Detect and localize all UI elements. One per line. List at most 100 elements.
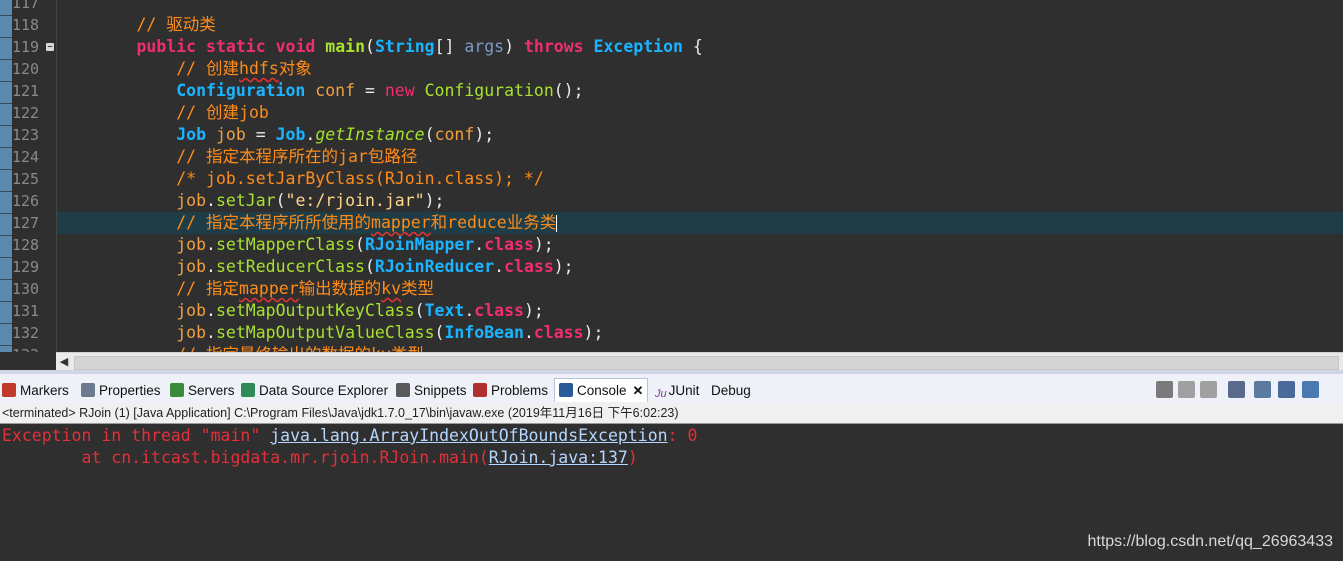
code-token: static xyxy=(206,37,266,56)
code-token: RJoinMapper xyxy=(364,235,475,254)
code-token: main xyxy=(325,37,366,56)
code-token: /* job.setJarByClass(RJoin.class); */ xyxy=(176,169,544,188)
tab-label: JUnit xyxy=(668,383,700,398)
tab-label: Snippets xyxy=(414,383,467,398)
tab-snippets[interactable]: Snippets xyxy=(396,380,467,402)
code-line[interactable]: public static void main(String[] args) t… xyxy=(57,36,1343,58)
fold-collapse-icon[interactable]: − xyxy=(46,43,54,51)
code-line[interactable]: job.setReducerClass(RJoinReducer.class); xyxy=(57,256,1343,278)
code-line[interactable]: // 指定本程序所所使用的mapper和reduce业务类 xyxy=(57,212,1343,234)
console-text: at cn.itcast.bigdata.mr.rjoin.RJoin.main… xyxy=(2,448,489,467)
code-area[interactable]: // 驱动类 public static void main(String[] … xyxy=(57,0,1343,352)
ruler-mark xyxy=(0,170,12,191)
data-source-icon xyxy=(241,383,255,397)
exception-link[interactable]: java.lang.ArrayIndexOutOfBoundsException xyxy=(270,426,667,445)
code-token: ( xyxy=(365,37,375,56)
code-token: setMapOutputKeyClass xyxy=(215,301,415,320)
tab-console[interactable]: Console ✕ xyxy=(554,378,649,403)
tab-markers[interactable]: Markers xyxy=(2,380,69,402)
code-token: // 创建 xyxy=(176,59,240,78)
code-token: job xyxy=(176,301,207,320)
code-line[interactable]: Configuration conf = new Configuration()… xyxy=(57,80,1343,102)
code-editor[interactable]: 117 118 119− 120 121 122 123 124 125 126 127 128 129… xyxy=(0,0,1343,352)
watermark: https://blog.csdn.net/qq_26963433 xyxy=(1087,533,1333,550)
code-line[interactable]: job.setMapOutputKeyClass(Text.class); xyxy=(57,300,1343,322)
tab-properties[interactable]: Properties xyxy=(81,380,161,402)
ruler-mark xyxy=(0,38,12,59)
scroll-lock-icon[interactable] xyxy=(1228,381,1245,398)
code-token: . xyxy=(206,301,216,320)
line-number: 120 xyxy=(12,60,40,78)
horizontal-scrollbar[interactable]: ◀ xyxy=(56,352,1343,371)
pin-console-icon[interactable] xyxy=(1278,381,1295,398)
code-token: . xyxy=(206,191,216,210)
code-line[interactable]: job.setMapOutputValueClass(InfoBean.clas… xyxy=(57,322,1343,344)
text-caret xyxy=(556,215,558,232)
display-selected-icon[interactable] xyxy=(1302,381,1319,398)
code-token: ); xyxy=(474,125,495,144)
scroll-left-icon[interactable]: ◀ xyxy=(56,353,72,371)
code-token: 和reduce业务类 xyxy=(430,213,557,232)
close-icon[interactable]: ✕ xyxy=(633,383,644,398)
views-tab-bar: Markers Properties Servers Data Source Expl… xyxy=(0,370,1343,403)
code-token: ); xyxy=(583,323,604,342)
code-token: // 驱动类 xyxy=(136,15,216,34)
code-token: . xyxy=(206,235,216,254)
line-number-gutter: 117 118 119− 120 121 122 123 124 125 126 127 128 129… xyxy=(12,0,57,352)
code-token: Job xyxy=(176,125,207,144)
tab-junit[interactable]: Ju JUnit xyxy=(655,380,699,402)
code-token: (); xyxy=(553,81,584,100)
remove-all-icon[interactable] xyxy=(1200,381,1217,398)
code-token: class xyxy=(484,235,534,254)
line-number: 132 xyxy=(12,324,40,342)
code-token: throws xyxy=(524,37,584,56)
code-line[interactable] xyxy=(57,0,1343,14)
code-line[interactable]: // 指定最终输出的数据的kv类型 xyxy=(57,344,1343,352)
code-token: ); xyxy=(533,235,554,254)
console-line: at cn.itcast.bigdata.mr.rjoin.RJoin.main… xyxy=(2,447,638,469)
terminate-icon[interactable] xyxy=(1156,381,1173,398)
line-number: 117 xyxy=(12,0,40,12)
line-number: 126 xyxy=(12,192,40,210)
code-token: "e:/rjoin.jar" xyxy=(285,191,425,210)
remove-launch-icon[interactable] xyxy=(1178,381,1195,398)
code-token: { xyxy=(682,37,703,56)
tab-debug[interactable]: Debug xyxy=(711,380,751,402)
code-line[interactable]: // 创建job xyxy=(57,102,1343,124)
code-token: void xyxy=(275,37,316,56)
code-line[interactable]: // 指定本程序所在的jar包路径 xyxy=(57,146,1343,168)
code-line[interactable]: // 指定mapper输出数据的kv类型 xyxy=(57,278,1343,300)
tab-servers[interactable]: Servers xyxy=(170,380,235,402)
code-token: . xyxy=(206,257,216,276)
word-wrap-icon[interactable] xyxy=(1254,381,1271,398)
code-token: // 指定 xyxy=(176,279,240,298)
code-line[interactable]: Job job = Job.getInstance(conf); xyxy=(57,124,1343,146)
console-view[interactable]: <terminated> RJoin (1) [Java Application… xyxy=(0,402,1343,561)
code-token: ( xyxy=(414,301,425,320)
stack-trace-link[interactable]: RJoin.java:137 xyxy=(489,448,628,467)
code-line[interactable]: job.setJar("e:/rjoin.jar"); xyxy=(57,190,1343,212)
code-line[interactable]: job.setMapperClass(RJoinMapper.class); xyxy=(57,234,1343,256)
code-token: // 指定本程序所在的jar包路径 xyxy=(176,147,418,166)
properties-icon xyxy=(81,383,95,397)
scrollbar-thumb[interactable] xyxy=(74,356,1339,370)
code-line[interactable]: // 创建hdfs对象 xyxy=(57,58,1343,80)
tab-problems[interactable]: Problems xyxy=(473,380,548,402)
tab-label: Problems xyxy=(491,383,549,398)
code-token: setMapperClass xyxy=(215,235,356,254)
code-token: new xyxy=(384,81,415,100)
tab-data-source-explorer[interactable]: Data Source Explorer xyxy=(241,380,388,402)
code-token: [] xyxy=(434,37,465,56)
code-token: ); xyxy=(553,257,574,276)
code-line[interactable]: /* job.setJarByClass(RJoin.class); */ xyxy=(57,168,1343,190)
code-line[interactable]: // 驱动类 xyxy=(57,14,1343,36)
console-text: ) xyxy=(627,448,638,467)
